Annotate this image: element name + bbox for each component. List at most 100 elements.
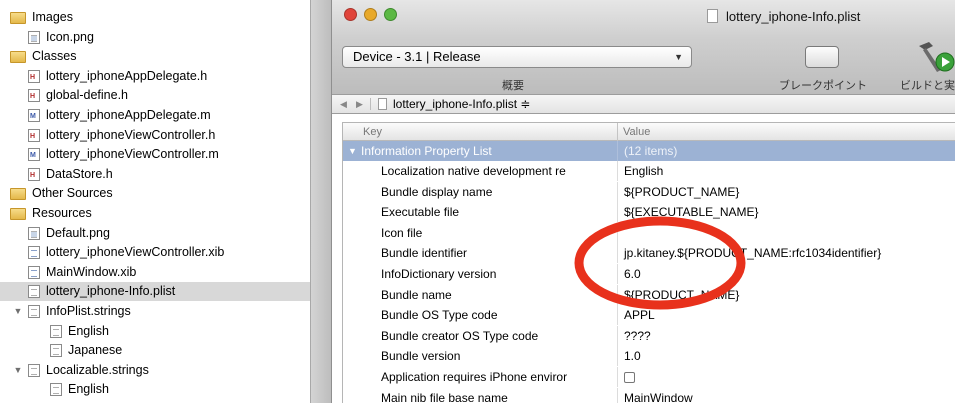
folder-icon — [10, 12, 26, 24]
column-separator — [617, 123, 618, 141]
tree-item[interactable]: Hglobal-define.h — [0, 86, 310, 105]
plist-row[interactable]: Application requires iPhone enviror — [343, 367, 955, 387]
plist-value[interactable]: ${PRODUCT_NAME} — [624, 182, 739, 202]
column-separator — [617, 325, 618, 346]
plist-row[interactable]: Bundle version 1.0 — [343, 346, 955, 367]
plist-row[interactable]: Bundle creator OS Type code???? — [343, 325, 955, 346]
chevron-down-icon: ▼ — [674, 52, 683, 62]
column-separator — [617, 367, 618, 387]
checkbox[interactable] — [624, 372, 635, 383]
disclosure-triangle-icon[interactable]: ▼ — [13, 361, 23, 380]
editor-window: lottery_iphone-Info.plist Device - 3.1 |… — [332, 0, 955, 403]
tree-item[interactable]: Other Sources — [0, 184, 310, 203]
tree-item[interactable]: Icon.png — [0, 28, 310, 47]
tree-item[interactable]: Images — [0, 8, 310, 27]
plist-row[interactable]: Main nib file base name MainWindow — [343, 387, 955, 403]
plist-value[interactable]: English — [624, 161, 663, 181]
strings-file-icon — [28, 363, 40, 377]
minimize-button[interactable] — [364, 8, 377, 21]
plist-key[interactable]: Bundle display name — [381, 182, 611, 202]
disclosure-triangle-icon[interactable]: ▼ — [13, 302, 23, 321]
tree-item-label: lottery_iphoneViewController.xib — [46, 245, 225, 260]
window-title: lottery_iphone-Info.plist — [726, 9, 861, 24]
plist-header: Key Value — [343, 123, 955, 141]
tree-item[interactable]: Default.png — [0, 224, 310, 243]
disclosure-triangle-icon[interactable]: ▼ — [348, 141, 357, 161]
tree-item-label: DataStore.h — [46, 166, 113, 181]
header-file-icon: H — [28, 69, 40, 83]
column-separator — [617, 141, 618, 161]
plist-value[interactable]: 1.0 — [624, 346, 641, 366]
tree-item[interactable]: MainWindow.xib — [0, 263, 310, 282]
file-type-badge: H — [30, 73, 36, 81]
tree-item[interactable]: Mlottery_iphoneAppDelegate.m — [0, 106, 310, 125]
build-and-go-button[interactable] — [915, 40, 955, 74]
plist-key[interactable]: Localization native development re — [381, 161, 611, 181]
value-column-header[interactable]: Value — [623, 123, 650, 141]
tree-item[interactable]: lottery_iphone-Info.plist — [0, 282, 310, 302]
tree-item[interactable]: Classes — [0, 47, 310, 66]
root-value: (12 items) — [624, 144, 678, 158]
plist-key[interactable]: Main nib file base name — [381, 388, 611, 403]
image-file-icon — [28, 226, 40, 240]
column-separator — [617, 387, 618, 403]
tree-item-label: lottery_iphoneViewController.m — [46, 147, 219, 162]
tree-item-label: Icon.png — [46, 29, 94, 44]
image-file-icon — [28, 30, 40, 44]
close-button[interactable] — [344, 8, 357, 21]
back-arrow-icon[interactable]: ◀ — [340, 95, 347, 113]
tree-item[interactable]: English — [0, 322, 310, 341]
tree-item-label: Localizable.strings — [46, 362, 149, 377]
tree-item[interactable]: Hlottery_iphoneAppDelegate.h — [0, 67, 310, 86]
device-config-select[interactable]: Device - 3.1 | Release ▼ — [342, 46, 692, 68]
plist-value[interactable]: ???? — [624, 326, 651, 346]
tree-item[interactable]: ▼ InfoPlist.strings — [0, 302, 310, 321]
header-file-icon: H — [28, 167, 40, 181]
plist-key[interactable]: Bundle creator OS Type code — [381, 326, 611, 346]
tree-item-label: Classes — [32, 49, 77, 64]
plist-root-row[interactable]: ▼ Information Property List (12 items) — [343, 141, 955, 161]
split-divider[interactable] — [310, 0, 332, 403]
plist-row[interactable]: Bundle display name ${PRODUCT_NAME} — [343, 181, 955, 202]
toolbar: Device - 3.1 | Release ▼ 概要 ブレークポイント ビルド… — [332, 38, 955, 94]
annotation-circle — [574, 216, 746, 310]
project-tree: Images Icon.png Classes Hlottery_iphoneAppD… — [0, 0, 310, 403]
plist-value[interactable]: MainWindow — [624, 388, 693, 403]
breakpoints-button[interactable] — [805, 46, 839, 68]
column-separator — [617, 346, 618, 367]
tree-item[interactable]: H DataStore.h — [0, 165, 310, 184]
build-and-go-label: ビルドと実 — [900, 80, 955, 92]
plist-key[interactable]: Application requires iPhone enviror — [381, 367, 611, 387]
folder-icon — [10, 208, 26, 220]
key-column-header[interactable]: Key — [363, 123, 382, 141]
tree-item[interactable]: English — [0, 380, 310, 399]
title-bar: lottery_iphone-Info.plist — [332, 0, 955, 38]
strings-file-icon — [50, 324, 62, 338]
column-separator — [617, 181, 618, 202]
tree-item[interactable]: lottery_iphoneViewController.xib — [0, 243, 310, 262]
file-popup[interactable]: lottery_iphone-Info.plist ≑ — [393, 95, 530, 113]
window-title-area: lottery_iphone-Info.plist — [707, 8, 860, 26]
forward-arrow-icon[interactable]: ▶ — [356, 95, 363, 113]
implementation-file-icon: M — [28, 148, 40, 162]
tree-item-label: Images — [32, 10, 73, 24]
plist-key[interactable]: Bundle version — [381, 346, 611, 366]
strings-file-icon — [28, 305, 40, 318]
tree-item[interactable]: Hlottery_iphoneViewController.h — [0, 126, 310, 145]
tree-item[interactable]: Japanese — [0, 341, 310, 360]
zoom-button[interactable] — [384, 8, 397, 21]
tree-item-label: lottery_iphone-Info.plist — [46, 284, 176, 299]
tree-item-label: lottery_iphoneViewController.h — [46, 127, 216, 142]
header-file-icon: H — [28, 128, 40, 142]
tree-item-label: InfoPlist.strings — [46, 304, 131, 318]
tree-item-label: Resources — [32, 206, 92, 220]
tree-item-label: Default.png — [46, 225, 110, 240]
tree-item-label: English — [68, 323, 109, 338]
plist-value[interactable] — [624, 367, 635, 387]
file-type-badge: H — [30, 93, 36, 101]
tree-item[interactable]: Mlottery_iphoneViewController.m — [0, 145, 310, 164]
xib-file-icon — [28, 265, 40, 279]
plist-row[interactable]: Localization native development re Englis… — [343, 161, 955, 181]
tree-item[interactable]: ▼ Localizable.strings — [0, 361, 310, 380]
tree-item[interactable]: Resources — [0, 204, 310, 223]
